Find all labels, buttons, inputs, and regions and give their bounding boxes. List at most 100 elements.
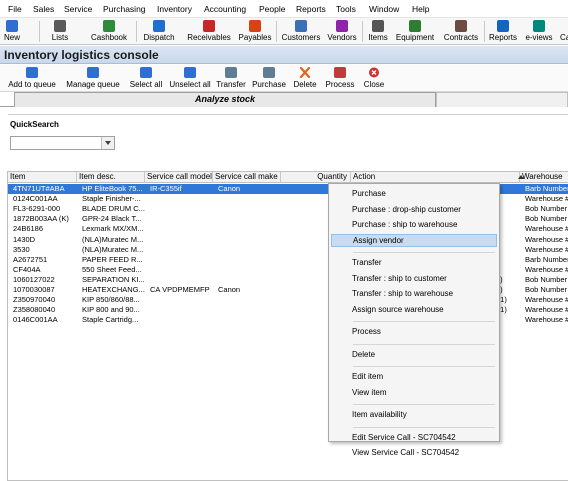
action-transfer-button[interactable]: Transfer bbox=[214, 66, 248, 91]
toolbar-cashbook-button[interactable]: Cashbook bbox=[560, 19, 568, 44]
context-menu-item-transfer-ship-to-customer[interactable]: Transfer : ship to customer bbox=[331, 272, 497, 285]
menu-service[interactable]: Service bbox=[64, 4, 92, 14]
toolbar-vendors-button[interactable]: Vendors bbox=[324, 19, 360, 44]
cell-desc: KIP 850/860/88... bbox=[82, 295, 140, 305]
toolbar-reports-button[interactable]: Reports bbox=[486, 19, 520, 44]
context-menu-item-item-availability[interactable]: Item availability bbox=[331, 408, 497, 421]
action-unselect-all-button[interactable]: Unselect all bbox=[168, 66, 212, 91]
action-label: Purchase bbox=[252, 80, 286, 89]
menu-inventory[interactable]: Inventory bbox=[157, 4, 192, 14]
action-delete-button[interactable]: Delete bbox=[290, 66, 320, 91]
toolbar-payables-button[interactable]: Payables bbox=[236, 19, 274, 44]
toolbar-contracts-button[interactable]: Contracts bbox=[440, 19, 482, 44]
cell-desc: SEPARATION KI... bbox=[82, 274, 145, 284]
menu-reports[interactable]: Reports bbox=[296, 4, 326, 14]
menu-separator bbox=[353, 426, 495, 428]
toolbar-items-button[interactable]: Items bbox=[364, 19, 392, 44]
column-header-item-desc[interactable]: Item desc. bbox=[77, 172, 145, 183]
column-header-service-call-model[interactable]: Service call model bbox=[145, 172, 213, 183]
context-menu-item-purchase-ship-to-warehouse[interactable]: Purchase : ship to warehouse bbox=[331, 218, 497, 231]
tab-secondary[interactable] bbox=[436, 92, 568, 107]
quicksearch-label: QuickSearch bbox=[10, 120, 59, 129]
action-add-to-queue-button[interactable]: Add to queue bbox=[4, 66, 60, 91]
equipment-icon bbox=[409, 20, 421, 32]
menu-help[interactable]: Help bbox=[412, 4, 429, 14]
toolbar-equipment-button[interactable]: Equipment bbox=[392, 19, 438, 44]
cell-desc: Staple Finisher-... bbox=[82, 194, 141, 204]
tab-analyze-stock[interactable]: Analyze stock bbox=[14, 92, 436, 107]
column-header-quantity[interactable]: Quantity bbox=[281, 172, 351, 183]
toolbar-e-views-button[interactable]: e-views bbox=[522, 19, 556, 44]
context-menu-item-view-service-call-sc704542[interactable]: View Service Call - SC704542 bbox=[331, 446, 497, 459]
toolbar-separator bbox=[39, 21, 40, 42]
menu-people[interactable]: People bbox=[259, 4, 285, 14]
cell-warehouse: Warehouse # bbox=[525, 224, 568, 234]
action-label: Process bbox=[325, 80, 355, 89]
menu-sales[interactable]: Sales bbox=[33, 4, 54, 14]
new-icon bbox=[6, 20, 18, 32]
action-select-all-button[interactable]: Select all bbox=[126, 66, 166, 91]
cell-warehouse: Barb Number bbox=[525, 254, 568, 264]
action-toolbar: Add to queue Manage queue Select all Unsele… bbox=[0, 65, 568, 92]
cell-item: 4TN71UT#ABA bbox=[13, 184, 65, 193]
column-header-item[interactable]: Item bbox=[8, 172, 77, 183]
menu-purchasing[interactable]: Purchasing bbox=[103, 4, 146, 14]
cell-warehouse: Warehouse # bbox=[525, 234, 568, 244]
menu-window[interactable]: Window bbox=[369, 4, 399, 14]
cell-warehouse: Warehouse # bbox=[525, 295, 568, 305]
add-to-queue-icon bbox=[26, 67, 38, 78]
context-menu-item-process[interactable]: Process bbox=[331, 325, 497, 338]
cell-make: Canon bbox=[218, 285, 241, 294]
menu-accounting[interactable]: Accounting bbox=[204, 4, 246, 14]
context-menu-item-view-item[interactable]: View item bbox=[331, 386, 497, 399]
menu-tools[interactable]: Tools bbox=[336, 4, 356, 14]
toolbar-label: Vendors bbox=[327, 33, 357, 42]
action-manage-queue-button[interactable]: Manage queue bbox=[64, 66, 122, 91]
payables-icon bbox=[249, 20, 261, 32]
toolbar-dispatch-button[interactable]: Dispatch bbox=[139, 19, 179, 44]
toolbar-cashbook-button[interactable]: Cashbook bbox=[84, 19, 134, 44]
cell-model bbox=[148, 265, 216, 275]
reports-icon bbox=[497, 20, 509, 32]
vendors-icon bbox=[336, 20, 348, 32]
cell-item: 24B6186 bbox=[13, 224, 44, 234]
cell-model bbox=[148, 315, 216, 325]
cell-item: 3530 bbox=[13, 244, 30, 254]
cell-model bbox=[148, 204, 216, 214]
window-title: Inventory logistics console bbox=[4, 48, 159, 62]
cell-desc: BLADE DRUM C... bbox=[82, 204, 145, 214]
context-menu-item-assign-vendor[interactable]: Assign vendor bbox=[331, 233, 497, 247]
context-menu-item-purchase-drop-ship-customer[interactable]: Purchase : drop-ship customer bbox=[331, 203, 497, 216]
toolbar-label: Dispatch bbox=[143, 33, 175, 42]
toolbar-lists-button[interactable]: Lists bbox=[44, 19, 76, 44]
context-menu-item-edit-service-call-sc704542[interactable]: Edit Service Call - SC704542 bbox=[331, 431, 497, 444]
toolbar-receivables-button[interactable]: Receivables bbox=[184, 19, 234, 44]
toolbar-label: Receivables bbox=[187, 33, 231, 42]
menu-file[interactable]: File bbox=[8, 4, 22, 14]
column-header-action[interactable]: Action bbox=[351, 172, 520, 183]
context-menu-item-assign-source-warehouse[interactable]: Assign source warehouse bbox=[331, 303, 497, 316]
column-header-service-call-make[interactable]: Service call make bbox=[213, 172, 281, 183]
chevron-down-icon[interactable] bbox=[101, 137, 114, 149]
context-menu-item-purchase[interactable]: Purchase bbox=[331, 187, 497, 200]
toolbar-label: Items bbox=[368, 33, 388, 42]
action-process-button[interactable]: Process bbox=[322, 66, 358, 91]
receivables-icon bbox=[203, 20, 215, 32]
menu-separator bbox=[353, 404, 495, 405]
context-menu-item-edit-item[interactable]: Edit item bbox=[331, 370, 497, 383]
context-menu-item-delete[interactable]: Delete bbox=[331, 348, 497, 361]
cell-desc: (NLA)Muratec M... bbox=[82, 234, 144, 244]
context-menu-item-transfer[interactable]: Transfer bbox=[331, 256, 497, 269]
grid-header: Item Item desc. Service call model Service … bbox=[8, 172, 568, 183]
action-close-button[interactable]: Close bbox=[360, 66, 388, 91]
main-toolbar: New Lists Cashbook Dispatch Receivables Payab… bbox=[0, 18, 568, 45]
toolbar-customers-button[interactable]: Customers bbox=[278, 19, 324, 44]
action-purchase-button[interactable]: Purchase bbox=[250, 66, 288, 91]
context-menu-item-transfer-ship-to-warehouse[interactable]: Transfer : ship to warehouse bbox=[331, 287, 497, 300]
lists-icon bbox=[54, 20, 66, 32]
cell-item: FL3-6291-000 bbox=[13, 204, 61, 214]
cell-model: CA VPDPMEMFP bbox=[150, 285, 210, 294]
quicksearch-combo[interactable] bbox=[10, 136, 115, 150]
toolbar-new-button[interactable]: New bbox=[0, 19, 24, 44]
column-header-warehouse[interactable]: Warehouse bbox=[520, 172, 568, 183]
